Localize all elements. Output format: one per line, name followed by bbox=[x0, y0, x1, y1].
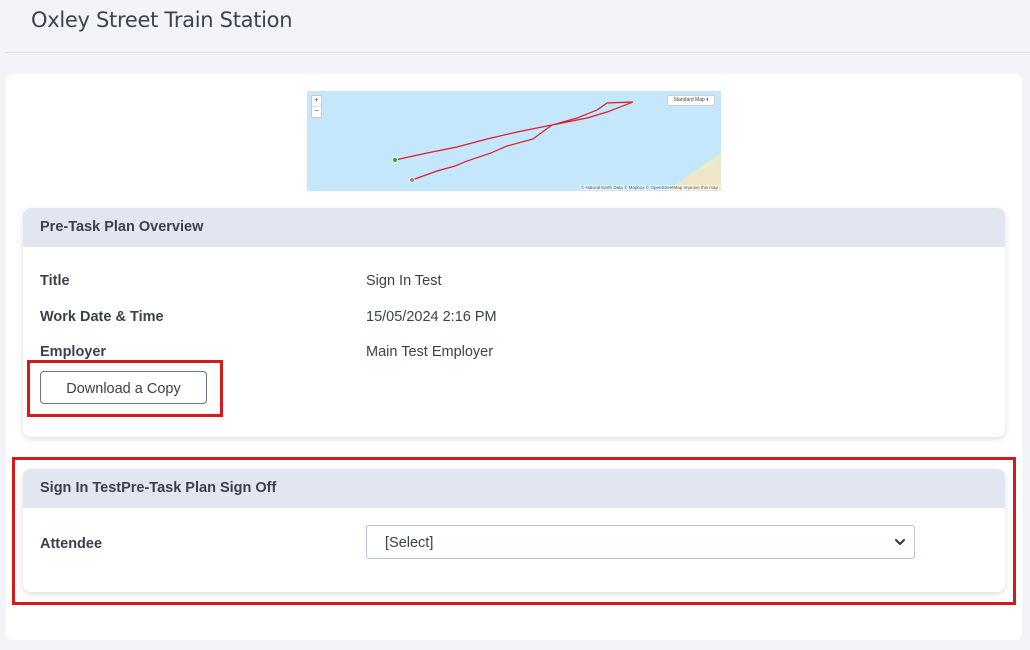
zoom-out-button[interactable]: − bbox=[312, 107, 321, 117]
page-title: Oxley Street Train Station bbox=[31, 8, 293, 32]
title-value: Sign In Test bbox=[366, 273, 442, 289]
map-canvas bbox=[392, 101, 721, 191]
map-zoom-control[interactable]: + − bbox=[311, 95, 322, 118]
route-start-marker bbox=[392, 157, 399, 164]
map-style-select[interactable]: Standard Map ▾ bbox=[667, 95, 715, 106]
download-highlight-box bbox=[27, 360, 223, 417]
title-label: Title bbox=[40, 273, 70, 289]
signoff-highlight-box bbox=[12, 457, 1016, 605]
route-map[interactable]: + − Standard Map ▾ © Natural Earth Data … bbox=[307, 91, 721, 191]
page-header: Oxley Street Train Station bbox=[0, 0, 1030, 53]
overview-header: Pre-Task Plan Overview bbox=[23, 208, 1005, 247]
header-divider bbox=[6, 52, 1030, 53]
route-end-marker bbox=[409, 177, 415, 183]
work-date-value: 15/05/2024 2:16 PM bbox=[366, 309, 497, 325]
zoom-in-button[interactable]: + bbox=[312, 96, 321, 107]
work-date-label: Work Date & Time bbox=[40, 309, 164, 325]
route-track-line bbox=[394, 101, 634, 181]
map-attribution: © Natural Earth Data © Mapbox © OpenStre… bbox=[579, 185, 719, 190]
employer-label: Employer bbox=[40, 344, 107, 360]
employer-value: Main Test Employer bbox=[366, 344, 494, 360]
